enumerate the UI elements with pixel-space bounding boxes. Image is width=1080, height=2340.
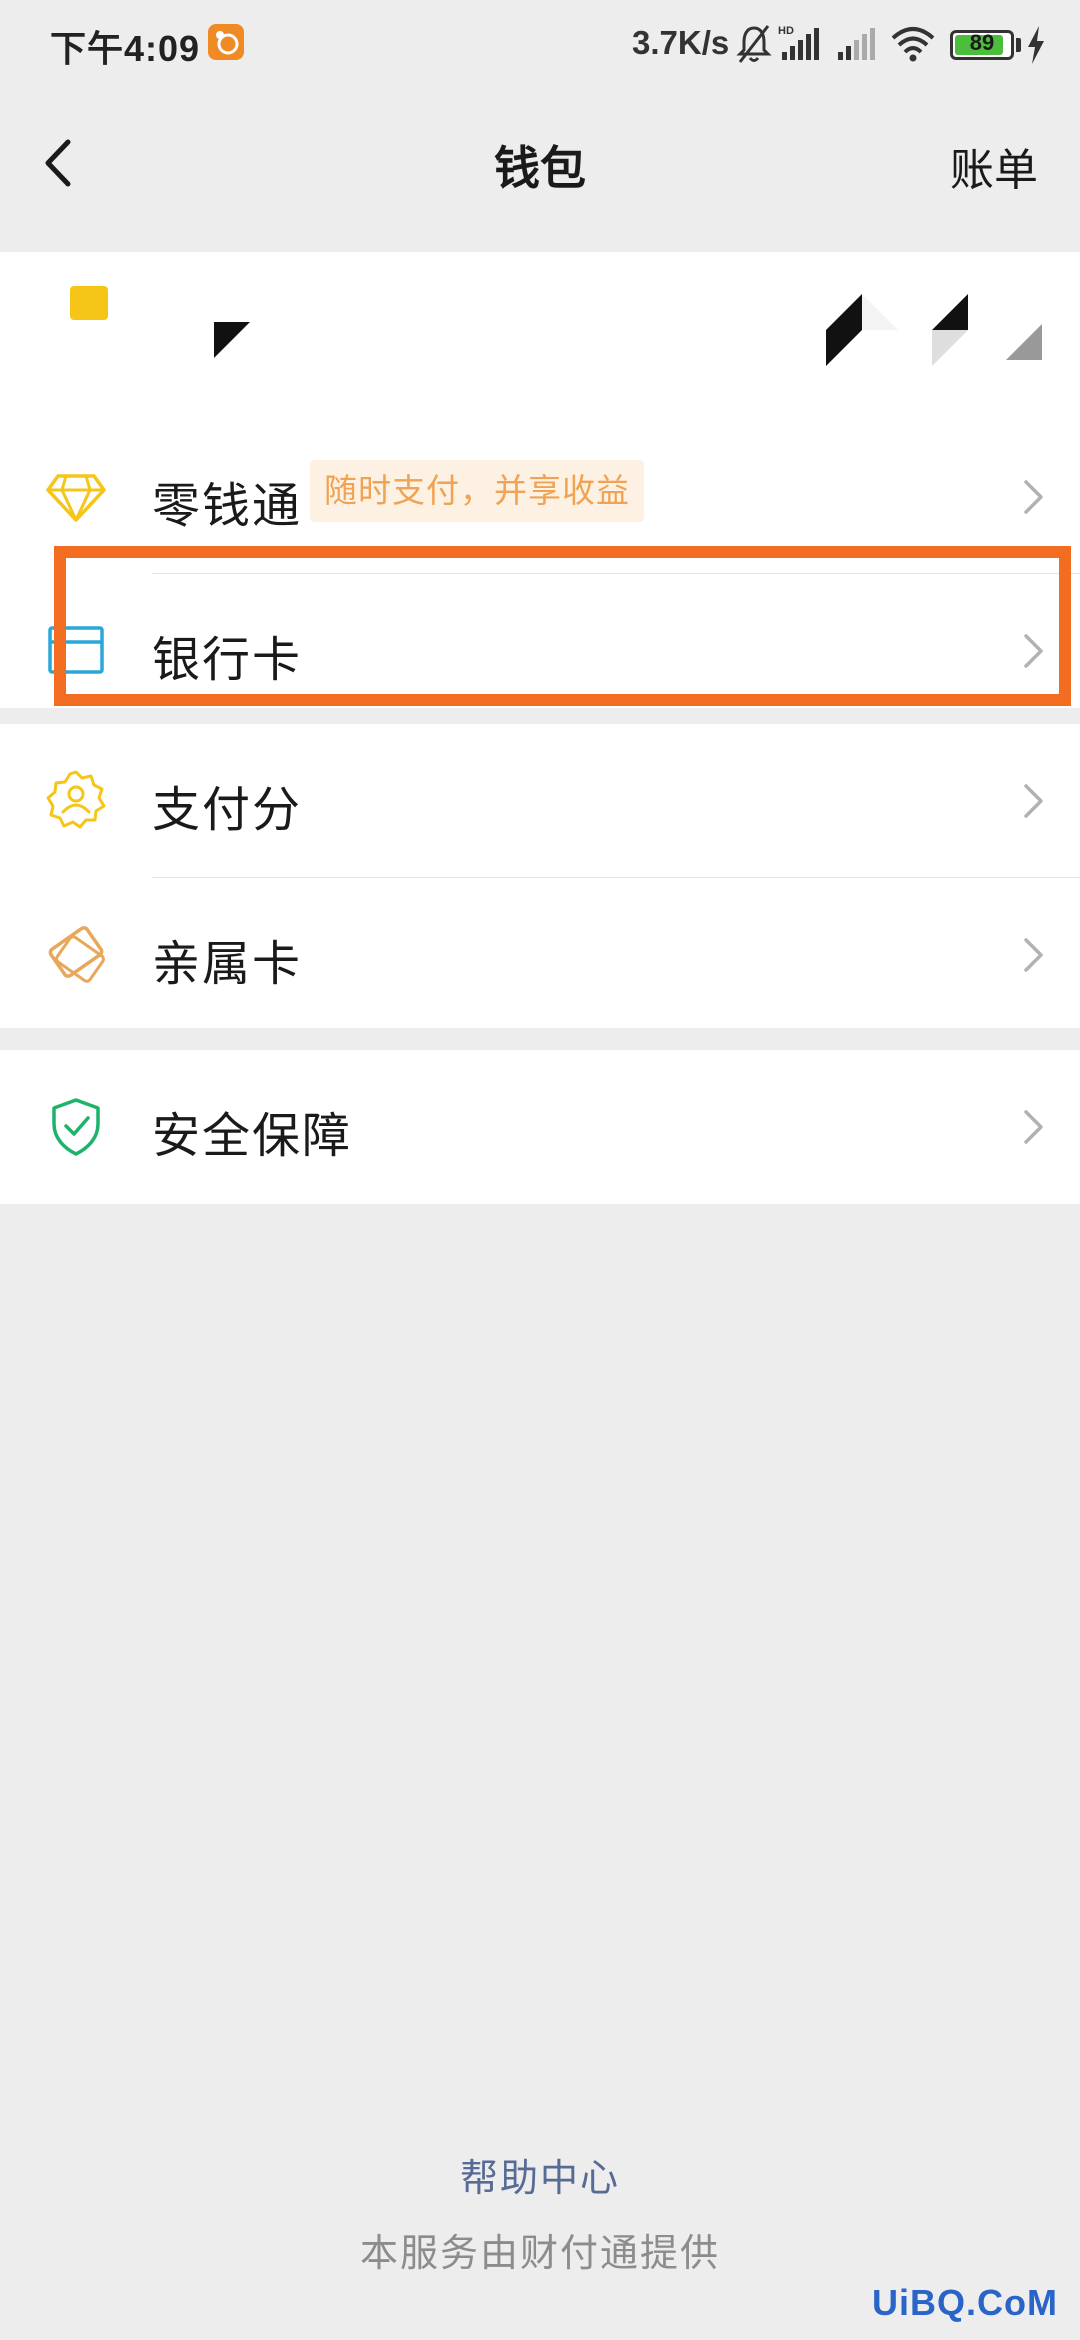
menu-group-security: 安全保障 — [0, 1050, 1080, 1204]
svg-text:HD: HD — [778, 25, 794, 37]
family-card-icon — [48, 926, 105, 983]
promo-tag: 随时支付，并享收益 — [310, 460, 644, 522]
page-title: 钱包 — [494, 142, 586, 194]
signal-icon — [834, 22, 878, 71]
redacted-mark — [826, 294, 898, 366]
redacted-mark — [214, 322, 250, 358]
wallet-icon — [70, 286, 108, 320]
list-item-family-card[interactable]: 亲属卡 — [0, 878, 1080, 1032]
help-center-link[interactable]: 帮助中心 — [0, 2147, 1080, 2202]
list-item-label: 银行卡 — [152, 634, 303, 687]
balance-card[interactable] — [0, 252, 1080, 420]
menu-group-services: 支付分 亲属卡 — [0, 724, 1080, 1028]
chevron-right-icon — [1024, 480, 1043, 514]
list-item-label: 亲属卡 — [152, 938, 303, 991]
pay-score-badge-icon — [46, 770, 106, 829]
list-item-label: 零钱通 — [152, 480, 303, 533]
service-provider-text: 本服务由财付通提供 — [359, 2233, 720, 2275]
nav-bar: 钱包 账单 — [0, 88, 1080, 242]
battery-cap — [1016, 38, 1021, 52]
chevron-right-icon — [1024, 634, 1043, 668]
chevron-right-icon — [1024, 1110, 1043, 1144]
menu-group-wallet: 零钱通 随时支付，并享收益 银行卡 — [0, 420, 1080, 708]
list-item-security[interactable]: 安全保障 — [0, 1050, 1080, 1204]
bill-button[interactable]: 账单 — [950, 134, 1038, 198]
list-item-pay-score[interactable]: 支付分 — [0, 724, 1080, 878]
battery-icon: 89 — [950, 30, 1014, 60]
wifi-icon — [890, 22, 936, 71]
list-item-label: 安全保障 — [152, 1110, 353, 1163]
battery-level-text: 89 — [969, 30, 995, 55]
hd-signal-icon: HD — [778, 22, 822, 71]
status-time: 下午4:09 — [50, 28, 201, 69]
uc-browser-icon — [208, 24, 244, 60]
charging-icon — [1026, 26, 1046, 69]
chevron-right-icon — [1024, 784, 1043, 818]
redacted-mark — [1006, 324, 1042, 360]
status-bar: 下午4:09 3.7K/s HD 89 — [0, 0, 1080, 88]
network-speed: 3.7K/s — [632, 24, 730, 61]
mute-icon — [736, 22, 772, 71]
list-item-bank-card[interactable]: 银行卡 — [0, 574, 1080, 728]
shield-check-icon — [52, 1098, 100, 1156]
diamond-icon — [46, 474, 106, 522]
bank-card-icon — [48, 626, 104, 674]
list-item-label: 支付分 — [152, 784, 303, 837]
list-item-lingqiantong[interactable]: 零钱通 随时支付，并享收益 — [0, 420, 1080, 574]
watermark-text: UiBQ.CoM — [872, 2282, 1058, 2323]
chevron-right-icon — [1024, 938, 1043, 972]
redacted-mark — [932, 294, 968, 366]
